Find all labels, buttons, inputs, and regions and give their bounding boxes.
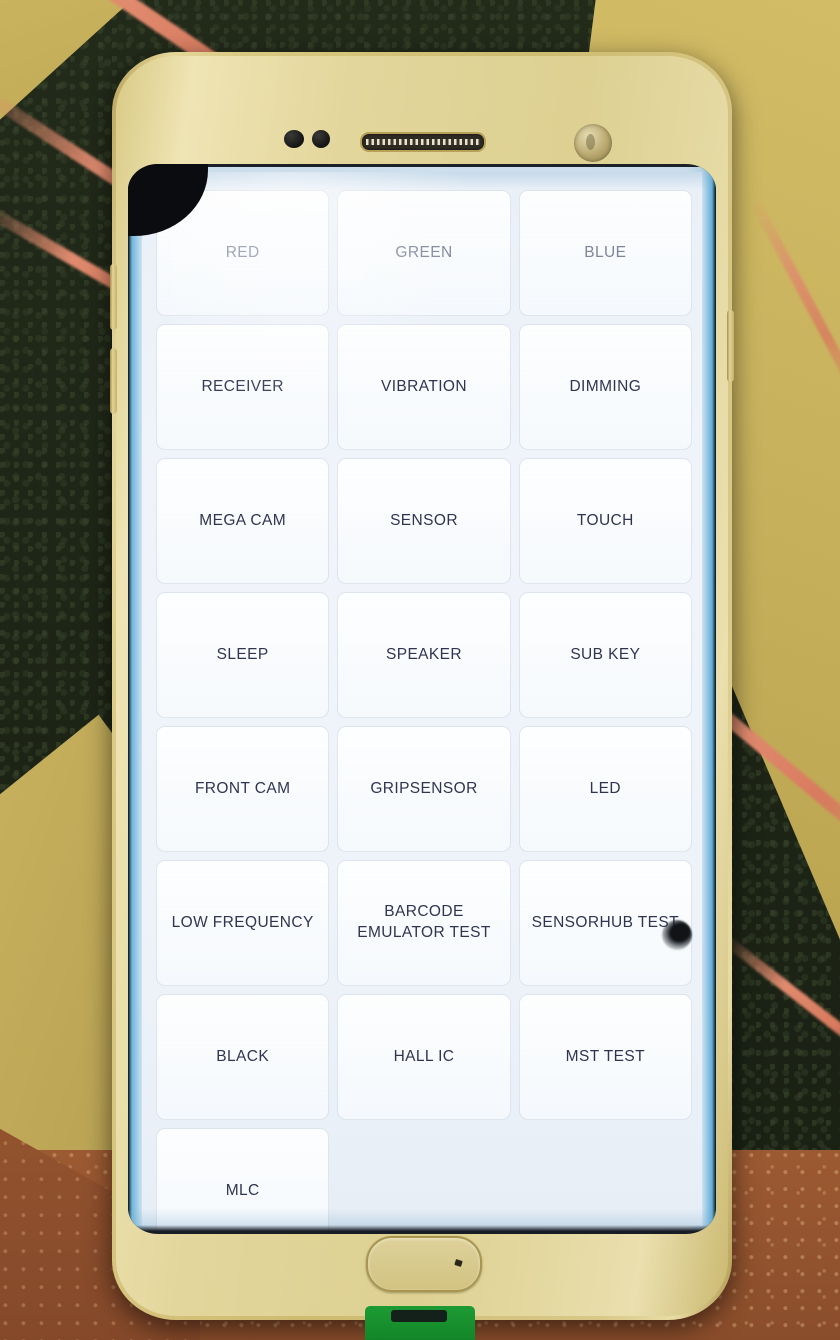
photo-scene: SAMSUNG REDGREENBLUERECEIVERVIBRATIONDIM… bbox=[0, 0, 840, 1340]
earpiece-speaker bbox=[360, 132, 486, 152]
front-camera-icon bbox=[574, 124, 612, 162]
volume-down-button[interactable] bbox=[110, 348, 117, 414]
phone-device: SAMSUNG REDGREENBLUERECEIVERVIBRATIONDIM… bbox=[110, 52, 734, 1320]
volume-up-button[interactable] bbox=[110, 264, 117, 330]
screen-edge-shading bbox=[128, 164, 716, 1234]
light-sensor-icon bbox=[312, 130, 330, 148]
home-button[interactable] bbox=[366, 1236, 482, 1292]
phone-screen: REDGREENBLUERECEIVERVIBRATIONDIMMINGMEGA… bbox=[128, 164, 716, 1234]
green-plastic-stand bbox=[365, 1306, 475, 1340]
proximity-sensor-icon bbox=[284, 130, 304, 148]
power-button[interactable] bbox=[727, 310, 734, 382]
